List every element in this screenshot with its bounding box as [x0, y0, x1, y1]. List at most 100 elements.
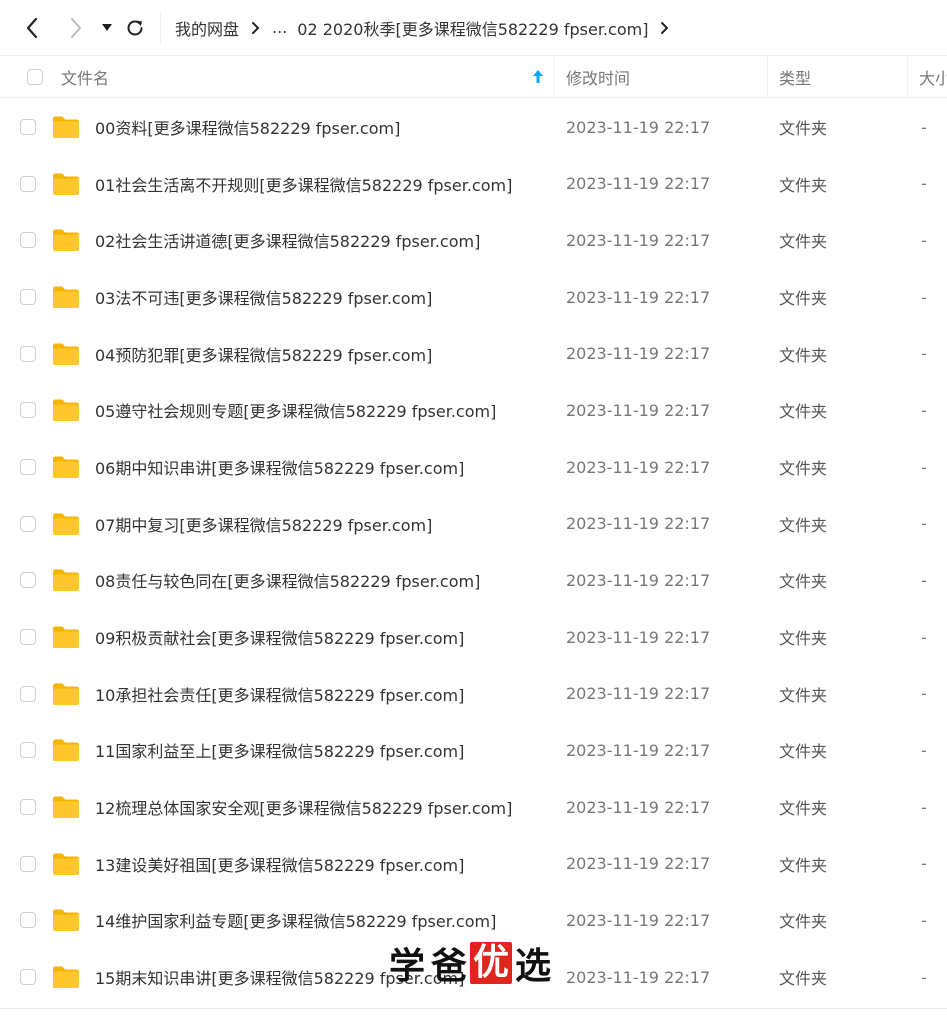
table-row[interactable]: 05遵守社会规则专题[更多课程微信582229 fpser.com] 2023-1… [0, 382, 947, 438]
file-type: 文件夹 [779, 799, 828, 819]
breadcrumb-root[interactable]: 我的网盘 [175, 16, 239, 40]
row-checkbox[interactable] [20, 496, 36, 552]
file-size: - [921, 400, 927, 420]
file-modified-time: 2023-11-19 22:17 [566, 400, 711, 420]
table-row[interactable]: 09积极贡献社会[更多课程微信582229 fpser.com] 2023-11-… [0, 609, 947, 665]
table-row[interactable]: 13建设美好祖国[更多课程微信582229 fpser.com] 2023-11-… [0, 836, 947, 892]
table-row[interactable]: 10承担社会责任[更多课程微信582229 fpser.com] 2023-11-… [0, 666, 947, 722]
table-row[interactable]: 01社会生活离不开规则[更多课程微信582229 fpser.com] 2023-… [0, 156, 947, 212]
file-name[interactable]: 06期中知识串讲[更多课程微信582229 fpser.com] [95, 439, 464, 495]
file-modified-time: 2023-11-19 22:17 [566, 910, 711, 930]
column-header-type[interactable]: 类型 [779, 56, 811, 97]
back-button[interactable] [12, 8, 52, 48]
row-checkbox[interactable] [20, 949, 36, 1005]
row-checkbox[interactable] [20, 212, 36, 268]
row-checkbox[interactable] [20, 269, 36, 325]
table-row[interactable]: 04预防犯罪[更多课程微信582229 fpser.com] 2023-11-19… [0, 326, 947, 382]
folder-icon [52, 212, 80, 268]
chevron-right-icon [71, 17, 81, 38]
table-row[interactable]: 02社会生活讲道德[更多课程微信582229 fpser.com] 2023-11… [0, 212, 947, 268]
file-type: 文件夹 [779, 969, 828, 989]
file-size: - [921, 174, 927, 194]
table-row[interactable]: 08责任与较色同在[更多课程微信582229 fpser.com] 2023-11… [0, 552, 947, 608]
refresh-button[interactable] [118, 8, 152, 48]
chevron-right-icon [660, 21, 669, 35]
toolbar: 我的网盘 ... 02 2020秋季[更多课程微信582229 fpser.co… [0, 0, 947, 56]
breadcrumb-current[interactable]: 02 2020秋季[更多课程微信582229 fpser.com] [297, 16, 648, 40]
row-checkbox[interactable] [20, 552, 36, 608]
history-dropdown-button[interactable] [96, 8, 118, 48]
file-name[interactable]: 01社会生活离不开规则[更多课程微信582229 fpser.com] [95, 156, 512, 212]
column-header-size[interactable]: 大小 [919, 56, 947, 97]
file-modified-time: 2023-11-19 22:17 [566, 457, 711, 477]
file-type: 文件夹 [779, 855, 828, 875]
file-size: - [921, 344, 927, 364]
table-row[interactable]: 00资料[更多课程微信582229 fpser.com] 2023-11-19 2… [0, 99, 947, 155]
file-size: - [921, 967, 927, 987]
row-checkbox[interactable] [20, 722, 36, 778]
file-name[interactable]: 00资料[更多课程微信582229 fpser.com] [95, 99, 400, 155]
file-list-header: 文件名 修改时间 类型 大小 [0, 56, 947, 98]
select-all-checkbox[interactable] [27, 56, 43, 97]
file-name[interactable]: 07期中复习[更多课程微信582229 fpser.com] [95, 496, 432, 552]
refresh-icon [127, 20, 143, 35]
file-name[interactable]: 12梳理总体国家安全观[更多课程微信582229 fpser.com] [95, 779, 512, 835]
folder-icon [52, 892, 80, 948]
folder-icon [52, 836, 80, 892]
file-type: 文件夹 [779, 515, 828, 535]
file-modified-time: 2023-11-19 22:17 [566, 230, 711, 250]
file-name[interactable]: 03法不可违[更多课程微信582229 fpser.com] [95, 269, 432, 325]
watermark-char: 学 [388, 946, 425, 987]
file-type: 文件夹 [779, 629, 828, 649]
file-size: - [921, 740, 927, 760]
forward-button[interactable] [56, 8, 96, 48]
row-checkbox[interactable] [20, 836, 36, 892]
watermark-char-highlight: 优 [470, 942, 512, 984]
file-name[interactable]: 02社会生活讲道德[更多课程微信582229 fpser.com] [95, 212, 480, 268]
watermark-char: 选 [514, 946, 551, 987]
file-modified-time: 2023-11-19 22:17 [566, 287, 711, 307]
table-row[interactable]: 11国家利益至上[更多课程微信582229 fpser.com] 2023-11-… [0, 722, 947, 778]
file-modified-time: 2023-11-19 22:17 [566, 514, 711, 534]
row-checkbox[interactable] [20, 326, 36, 382]
file-name[interactable]: 13建设美好祖国[更多课程微信582229 fpser.com] [95, 836, 464, 892]
file-name[interactable]: 04预防犯罪[更多课程微信582229 fpser.com] [95, 326, 432, 382]
folder-icon [52, 382, 80, 438]
folder-icon [52, 779, 80, 835]
row-checkbox[interactable] [20, 156, 36, 212]
file-size: - [921, 854, 927, 874]
column-header-name[interactable]: 文件名 [61, 56, 109, 97]
caret-down-icon [102, 23, 112, 31]
file-name[interactable]: 09积极贡献社会[更多课程微信582229 fpser.com] [95, 609, 464, 665]
sort-up-arrow-icon[interactable] [533, 56, 543, 97]
column-header-modified[interactable]: 修改时间 [566, 56, 630, 97]
table-row[interactable]: 03法不可违[更多课程微信582229 fpser.com] 2023-11-19… [0, 269, 947, 325]
folder-icon [52, 326, 80, 382]
chevron-left-icon [26, 17, 38, 38]
row-checkbox[interactable] [20, 892, 36, 948]
table-row[interactable]: 07期中复习[更多课程微信582229 fpser.com] 2023-11-19… [0, 496, 947, 552]
breadcrumb-ellipsis[interactable]: ... [272, 18, 287, 37]
row-checkbox[interactable] [20, 779, 36, 835]
file-name[interactable]: 08责任与较色同在[更多课程微信582229 fpser.com] [95, 552, 480, 608]
file-size: - [921, 627, 927, 647]
file-name[interactable]: 05遵守社会规则专题[更多课程微信582229 fpser.com] [95, 382, 496, 438]
row-checkbox[interactable] [20, 666, 36, 722]
file-size: - [921, 287, 927, 307]
file-modified-time: 2023-11-19 22:17 [566, 797, 711, 817]
folder-icon [52, 609, 80, 665]
watermark-char: 爸 [430, 946, 467, 987]
folder-icon [52, 722, 80, 778]
row-checkbox[interactable] [20, 382, 36, 438]
file-name[interactable]: 11国家利益至上[更多课程微信582229 fpser.com] [95, 722, 464, 778]
row-checkbox[interactable] [20, 439, 36, 495]
table-row[interactable]: 06期中知识串讲[更多课程微信582229 fpser.com] 2023-11-… [0, 439, 947, 495]
file-modified-time: 2023-11-19 22:17 [566, 684, 711, 704]
table-row[interactable]: 12梳理总体国家安全观[更多课程微信582229 fpser.com] 2023-… [0, 779, 947, 835]
file-name[interactable]: 10承担社会责任[更多课程微信582229 fpser.com] [95, 666, 464, 722]
file-modified-time: 2023-11-19 22:17 [566, 967, 711, 987]
file-type: 文件夹 [779, 685, 828, 705]
folder-icon [52, 552, 80, 608]
row-checkbox[interactable] [20, 609, 36, 665]
row-checkbox[interactable] [20, 99, 36, 155]
